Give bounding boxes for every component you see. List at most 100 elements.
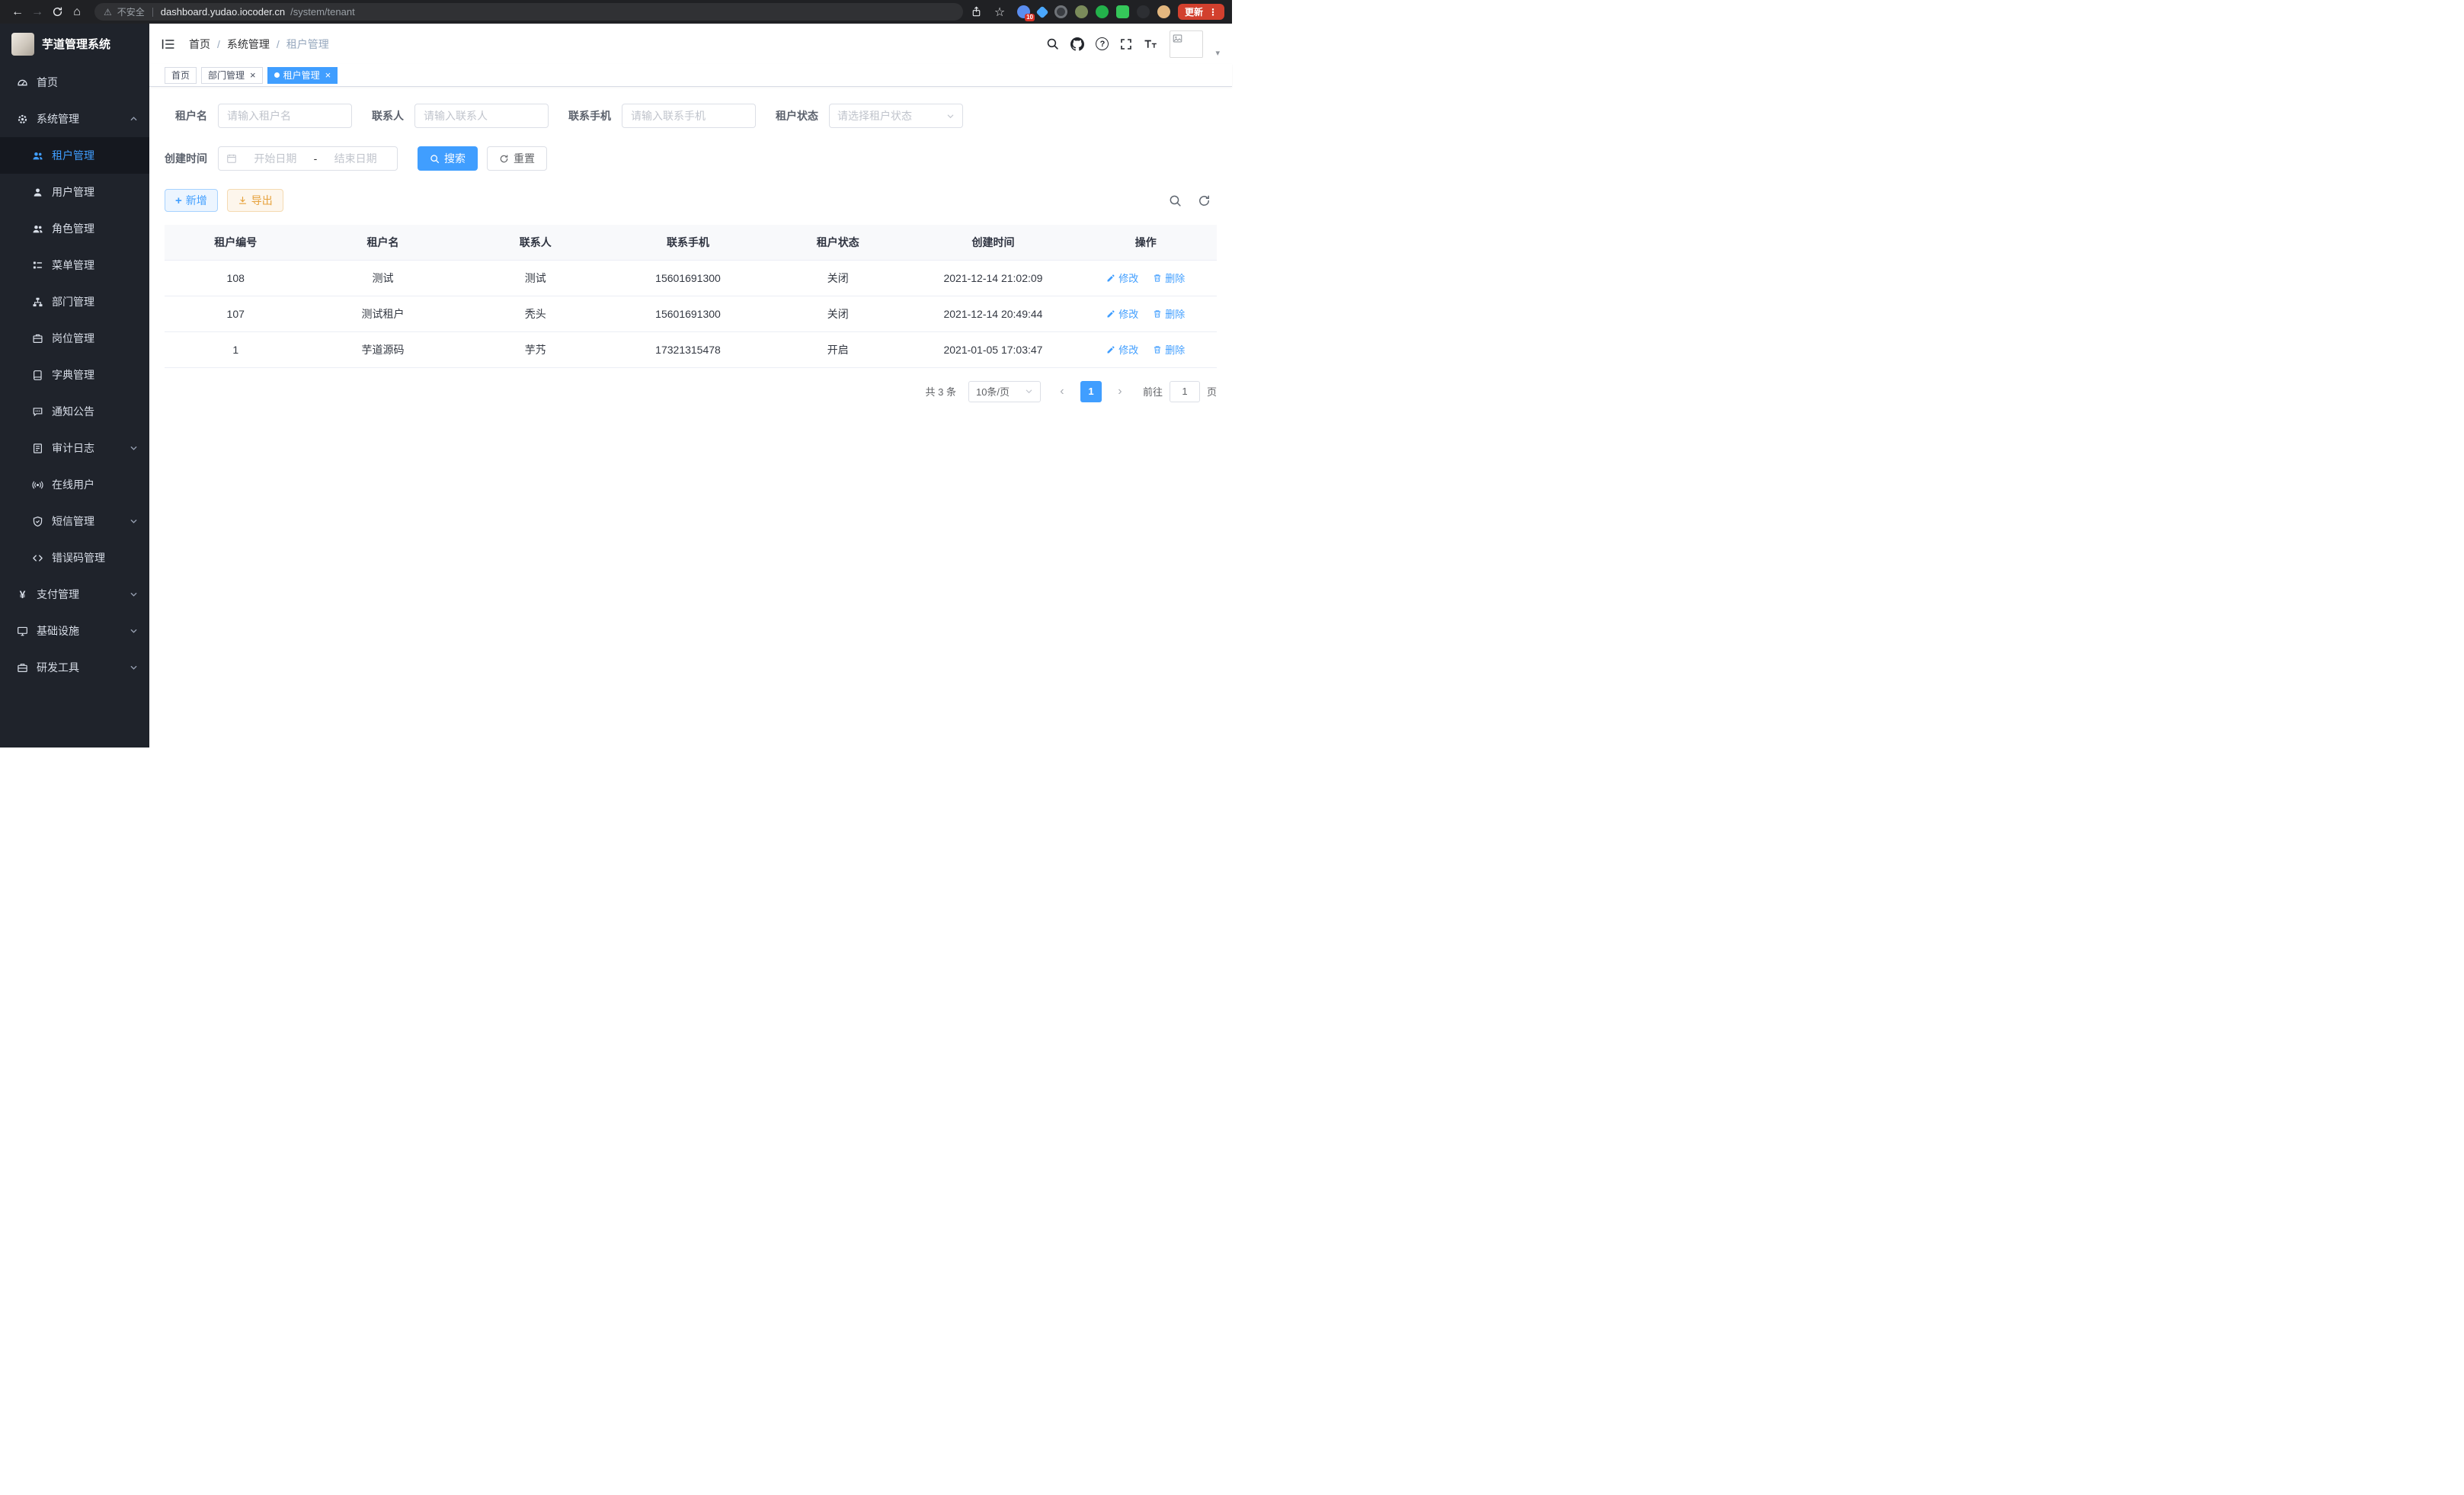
sidebar-item-dept-management[interactable]: 部门管理 [0, 283, 149, 320]
refresh-icon[interactable] [47, 2, 67, 22]
bookmark-star-icon[interactable]: ☆ [990, 2, 1010, 22]
close-icon[interactable]: × [250, 70, 256, 80]
tenant-name-input[interactable] [218, 104, 352, 128]
breadcrumb-separator: / [217, 38, 220, 50]
search-button-label: 搜索 [444, 151, 466, 166]
cell-created: 2021-01-05 17:03:47 [911, 331, 1074, 367]
delete-link[interactable]: 删除 [1153, 306, 1185, 321]
dashboard-icon [17, 77, 28, 88]
forward-icon[interactable]: → [27, 2, 47, 22]
sidebar-item-notice[interactable]: 通知公告 [0, 393, 149, 430]
table-row: 1 芋道源码 芋艿 17321315478 开启 2021-01-05 17:0… [165, 331, 1217, 367]
col-header-status: 租户状态 [764, 225, 911, 260]
gear-icon [17, 114, 28, 125]
sidebar-item-user-management[interactable]: 用户管理 [0, 174, 149, 210]
delete-link[interactable]: 删除 [1153, 271, 1185, 285]
github-icon[interactable] [1070, 37, 1084, 51]
sidebar-item-label: 短信管理 [52, 514, 94, 529]
breadcrumb-item-home[interactable]: 首页 [189, 37, 210, 52]
date-range-picker[interactable]: 开始日期 - 结束日期 [218, 146, 398, 171]
sidebar-item-sms-management[interactable]: 短信管理 [0, 503, 149, 539]
sidebar-item-dict-management[interactable]: 字典管理 [0, 357, 149, 393]
sidebar-item-home[interactable]: 首页 [0, 64, 149, 101]
cell-tenant-name: 测试 [306, 260, 459, 296]
cell-created: 2021-12-14 20:49:44 [911, 296, 1074, 331]
next-page-button[interactable]: › [1109, 381, 1131, 402]
user-avatar[interactable] [1170, 30, 1203, 58]
goto-page-input[interactable] [1170, 381, 1200, 402]
pagination-total: 共 3 条 [926, 384, 956, 399]
address-bar[interactable]: ⚠ 不安全 dashboard.yudao.iocoder.cn /system… [94, 3, 963, 21]
yen-icon: ¥ [17, 589, 28, 600]
search-icon[interactable] [1046, 37, 1059, 50]
fullscreen-icon[interactable] [1120, 38, 1132, 50]
chevron-down-icon [130, 627, 138, 635]
sidebar-fold-icon[interactable] [162, 38, 175, 50]
export-button[interactable]: 导出 [227, 189, 283, 212]
share-icon[interactable] [971, 6, 982, 18]
delete-link-label: 删除 [1165, 271, 1185, 285]
home-icon[interactable]: ⌂ [67, 2, 87, 22]
sidebar-item-online-users[interactable]: 在线用户 [0, 466, 149, 503]
page-size-select[interactable]: 10条/页 [968, 381, 1041, 402]
search-button[interactable]: 搜索 [418, 146, 478, 171]
caret-down-icon[interactable]: ▾ [1215, 48, 1220, 58]
extension-icon-6[interactable] [1116, 5, 1129, 18]
cell-tenant-id: 1 [165, 331, 306, 367]
extension-icon-7[interactable] [1137, 5, 1150, 18]
sidebar-logo[interactable]: 芋道管理系统 [0, 24, 149, 64]
extension-icon-3[interactable] [1054, 5, 1067, 18]
sidebar-item-tenant-management[interactable]: 租户管理 [0, 137, 149, 174]
sidebar-item-label: 部门管理 [52, 294, 94, 309]
delete-link[interactable]: 删除 [1153, 342, 1185, 357]
sidebar-item-audit-log[interactable]: 审计日志 [0, 430, 149, 466]
profile-avatar-icon[interactable] [1157, 5, 1170, 18]
tab-home[interactable]: 首页 [165, 67, 197, 84]
extension-icon-4[interactable] [1075, 5, 1088, 18]
extension-icon-5[interactable] [1096, 5, 1109, 18]
search-toggle-icon[interactable] [1168, 194, 1182, 207]
sidebar-section-system[interactable]: 系统管理 [0, 101, 149, 137]
tab-tenant-management[interactable]: 租户管理 × [267, 67, 338, 84]
extension-icon-2[interactable] [1035, 5, 1048, 18]
add-button[interactable]: + 新增 [165, 189, 218, 212]
extension-icon-1[interactable]: 10 [1017, 5, 1030, 18]
shield-icon [32, 516, 43, 527]
phone-input[interactable] [622, 104, 756, 128]
tab-label: 首页 [171, 69, 190, 82]
contact-input[interactable] [414, 104, 549, 128]
table-row: 108 测试 测试 15601691300 关闭 2021-12-14 21:0… [165, 260, 1217, 296]
sidebar-section-infrastructure[interactable]: 基础设施 [0, 613, 149, 649]
topbar: 首页 / 系统管理 / 租户管理 ? [149, 24, 1232, 64]
status-select[interactable]: 请选择租户状态 [829, 104, 963, 128]
breadcrumb-item-system[interactable]: 系统管理 [227, 37, 270, 52]
goto-prefix-label: 前往 [1143, 384, 1163, 399]
edit-link[interactable]: 修改 [1106, 342, 1138, 357]
reset-button[interactable]: 重置 [487, 146, 547, 171]
edit-link[interactable]: 修改 [1106, 306, 1138, 321]
close-icon[interactable]: × [325, 70, 331, 80]
briefcase-icon [32, 333, 43, 344]
font-size-icon[interactable] [1144, 38, 1158, 50]
tenant-name-label: 租户名 [165, 108, 207, 123]
breadcrumb-item-current: 租户管理 [286, 37, 329, 52]
browser-update-button[interactable]: 更新 ⋮ [1178, 4, 1224, 20]
sidebar-item-role-management[interactable]: 角色管理 [0, 210, 149, 247]
tab-dept-management[interactable]: 部门管理 × [201, 67, 263, 84]
sidebar-section-dev-tools[interactable]: 研发工具 [0, 649, 149, 686]
sidebar-item-post-management[interactable]: 岗位管理 [0, 320, 149, 357]
help-icon[interactable]: ? [1096, 37, 1109, 50]
sidebar-section-payment[interactable]: ¥ 支付管理 [0, 576, 149, 613]
sidebar-item-error-code-management[interactable]: 错误码管理 [0, 539, 149, 576]
back-icon[interactable]: ← [8, 2, 27, 22]
cell-phone: 17321315478 [612, 331, 764, 367]
sidebar-item-menu-management[interactable]: 菜单管理 [0, 247, 149, 283]
reset-button-label: 重置 [514, 151, 535, 166]
prev-page-button[interactable]: ‹ [1051, 381, 1073, 402]
page-number-button[interactable]: 1 [1080, 381, 1102, 402]
col-header-actions: 操作 [1075, 225, 1218, 260]
refresh-table-icon[interactable] [1197, 194, 1211, 207]
kebab-menu-icon[interactable]: ⋮ [1208, 7, 1218, 18]
sidebar-section-label: 基础设施 [37, 623, 79, 639]
edit-link[interactable]: 修改 [1106, 271, 1138, 285]
